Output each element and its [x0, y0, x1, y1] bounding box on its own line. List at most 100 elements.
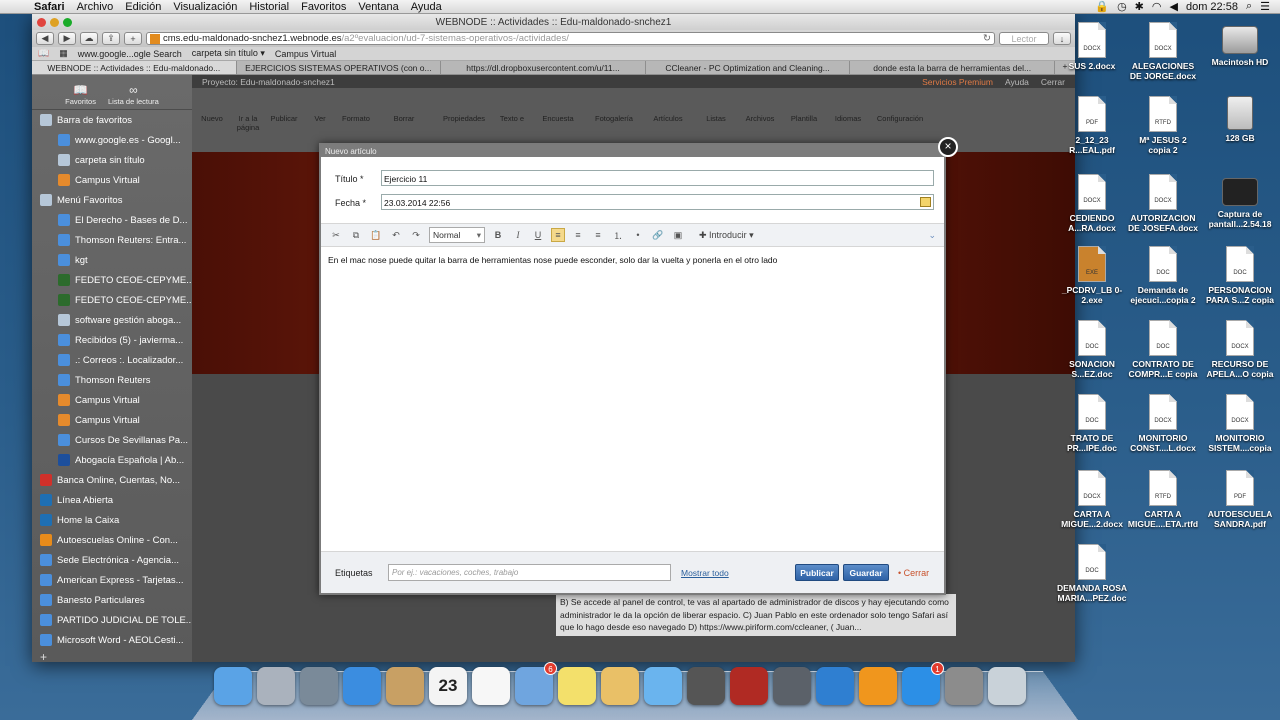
- back-button[interactable]: ◀: [36, 32, 54, 45]
- desktop-file-icon[interactable]: DOCX RECURSO DE APELA...O copia: [1204, 320, 1276, 379]
- photos-icon[interactable]: [601, 667, 639, 705]
- desktop-file-icon[interactable]: DOCX AUTORIZACION DE JOSEFA.docx: [1127, 174, 1199, 233]
- sidebar-bookmark-item[interactable]: Campus Virtual: [32, 170, 192, 190]
- sidebar-bookmark-item[interactable]: El Derecho - Bases de D...: [32, 210, 192, 230]
- lock-icon[interactable]: 🔒: [1095, 0, 1109, 13]
- reminders-icon[interactable]: [472, 667, 510, 705]
- cms-help-link[interactable]: Ayuda: [1005, 77, 1029, 87]
- launchpad-icon[interactable]: [257, 667, 295, 705]
- desktop-file-icon[interactable]: RTFD Mª JESUS 2 copia 2: [1127, 96, 1199, 155]
- menu-edicion[interactable]: Edición: [119, 1, 167, 13]
- save-button[interactable]: Guardar: [843, 564, 889, 581]
- appstore-icon[interactable]: 1: [902, 662, 944, 705]
- bold-icon[interactable]: B: [491, 228, 505, 242]
- contacts-icon[interactable]: [386, 667, 424, 705]
- calendar-icon[interactable]: [920, 197, 931, 207]
- spotlight-search-icon[interactable]: ⌕: [1246, 0, 1252, 13]
- desktop-file-icon[interactable]: DOCX ALEGACIONES DE JORGE.docx: [1127, 22, 1199, 81]
- menu-clock[interactable]: dom 22:58: [1186, 1, 1238, 13]
- desktop-file-icon[interactable]: DOC CONTRATO DE COMPR...E copia: [1127, 320, 1199, 379]
- itunes-icon[interactable]: [816, 667, 854, 705]
- sidebar-bookmark-item[interactable]: Abogacía Española | Ab...: [32, 450, 192, 470]
- sidebar-bookmark-item[interactable]: Recibidos (5) - javierma...: [32, 330, 192, 350]
- bluetooth-icon[interactable]: ✱: [1135, 0, 1144, 13]
- finder-icon[interactable]: [214, 667, 252, 705]
- tab-barra[interactable]: donde esta la barra de herramientas del.…: [850, 61, 1055, 74]
- cms-premium-link[interactable]: Servicios Premium: [922, 77, 993, 87]
- reload-icon[interactable]: ↻: [983, 33, 991, 44]
- desktop-file-icon[interactable]: Captura de pantall...2.54.18: [1204, 174, 1276, 229]
- menu-app-safari[interactable]: Safari: [28, 1, 71, 13]
- wifi-icon[interactable]: ◠: [1152, 0, 1162, 13]
- sidebar-bookmark-item[interactable]: American Express - Tarjetas...: [32, 570, 192, 590]
- cut-icon[interactable]: ✂: [329, 228, 343, 242]
- photobooth-icon[interactable]: [730, 667, 768, 705]
- menu-historial[interactable]: Historial: [243, 1, 295, 13]
- desktop-file-icon[interactable]: DOC PERSONACION PARA S...Z copia: [1204, 246, 1276, 305]
- menu-visualizacion[interactable]: Visualización: [167, 1, 243, 13]
- messages-icon[interactable]: [644, 667, 682, 705]
- sidebar-bookmark-item[interactable]: Microsoft Word - AEOLCesti...: [32, 630, 192, 650]
- desktop-file-icon[interactable]: DOCX CARTA A MIGUE...2.docx: [1056, 470, 1128, 529]
- sidebar-bookmark-item[interactable]: Cursos De Sevillanas Pa...: [32, 430, 192, 450]
- bookmark-folder[interactable]: carpeta sin título ▾: [192, 48, 265, 59]
- icloud-tabs-icon[interactable]: ☁: [80, 32, 98, 45]
- ribbon-publish-button[interactable]: Publicar: [270, 92, 298, 152]
- date-field[interactable]: 23.03.2014 22:56: [381, 194, 934, 210]
- sidebar-bookmark-item[interactable]: carpeta sin título: [32, 150, 192, 170]
- undo-icon[interactable]: ↶: [389, 228, 403, 242]
- close-dialog-icon[interactable]: ×: [938, 137, 958, 157]
- align-right-icon[interactable]: ≡: [591, 228, 605, 242]
- sidebar-bookmark-item[interactable]: Campus Virtual: [32, 410, 192, 430]
- desktop-file-icon[interactable]: 128 GB: [1204, 96, 1276, 143]
- sidebar-bookmark-item[interactable]: Menú Favoritos: [32, 190, 192, 210]
- cms-close-link[interactable]: Cerrar: [1041, 77, 1065, 87]
- sidebar-bookmark-item[interactable]: Barra de favoritos: [32, 110, 192, 130]
- bookmark-google[interactable]: www.google...ogle Search: [78, 49, 182, 59]
- new-tab-button[interactable]: +: [124, 32, 142, 45]
- publish-button[interactable]: Publicar: [795, 564, 839, 581]
- align-left-icon[interactable]: ≡: [551, 228, 565, 242]
- time-machine-icon[interactable]: ◷: [1117, 0, 1127, 13]
- share-button[interactable]: ⇪: [102, 32, 120, 45]
- show-all-link[interactable]: Mostrar todo: [681, 568, 729, 578]
- top-sites-icon[interactable]: ▦: [59, 48, 68, 59]
- tab-ccleaner[interactable]: CCleaner - PC Optimization and Cleaning.…: [646, 61, 851, 74]
- sidebar-bookmark-item[interactable]: Thomson Reuters: Entra...: [32, 230, 192, 250]
- tags-input[interactable]: Por ej.: vacaciones, coches, trabajo: [388, 564, 671, 581]
- sidebar-bookmark-item[interactable]: Sede Electrónica - Agencia...: [32, 550, 192, 570]
- desktop-file-icon[interactable]: DOC Demanda de ejecuci...copia 2: [1127, 246, 1199, 305]
- numbered-list-icon[interactable]: ⒈: [611, 228, 625, 242]
- desktop-file-icon[interactable]: EXE _PCDRV_LB 0-2.exe: [1056, 246, 1128, 305]
- desktop-file-icon[interactable]: DOCX SUS 2.docx: [1056, 22, 1128, 71]
- ribbon-goto-page-button[interactable]: Ir a la página: [234, 92, 262, 152]
- address-bar[interactable]: cms.edu-maldonado-snchez1.webnode.es /a2…: [146, 32, 995, 45]
- menu-favoritos[interactable]: Favoritos: [295, 1, 352, 13]
- sidebar-bookmark-item[interactable]: kgt: [32, 250, 192, 270]
- ibooks-icon[interactable]: [859, 667, 897, 705]
- menu-archivo[interactable]: Archivo: [71, 1, 120, 13]
- ribbon-new-button[interactable]: Nuevo: [198, 92, 226, 152]
- tab-webnode[interactable]: WEBNODE :: Actividades :: Edu-maldonado.…: [32, 61, 237, 74]
- desktop-file-icon[interactable]: PDF AUTOESCUELA SANDRA.pdf: [1204, 470, 1276, 529]
- menu-ventana[interactable]: Ventana: [352, 1, 404, 13]
- desktop-file-icon[interactable]: DOCX MONITORIO SISTEM....copia: [1204, 394, 1276, 453]
- desktop-file-icon[interactable]: PDF 2_12_23 R...EAL.pdf: [1056, 96, 1128, 155]
- desktop-file-icon[interactable]: DOCX CEDIENDO A...RA.docx: [1056, 174, 1128, 233]
- calendar-icon[interactable]: 23: [429, 667, 467, 705]
- sidebar-bookmark-item[interactable]: Banesto Particulares: [32, 590, 192, 610]
- sidebar-tab-reading-list[interactable]: ∞ Lista de lectura: [108, 83, 159, 106]
- sidebar-bookmark-item[interactable]: Thomson Reuters: [32, 370, 192, 390]
- bullet-list-icon[interactable]: •: [631, 228, 645, 242]
- bookmark-campus-virtual[interactable]: Campus Virtual: [275, 49, 336, 59]
- system-preferences-icon[interactable]: [945, 667, 983, 705]
- sidebar-bookmark-item[interactable]: FEDETO CEOE-CEPYME...: [32, 270, 192, 290]
- desktop-file-icon[interactable]: DOC SONACION S...EZ.doc: [1056, 320, 1128, 379]
- desktop-file-icon[interactable]: RTFD CARTA A MIGUE....ETA.rtfd: [1127, 470, 1199, 529]
- insert-link-icon[interactable]: 🔗: [651, 228, 665, 242]
- trash-icon[interactable]: [988, 667, 1026, 705]
- cancel-link[interactable]: • Cerrar: [898, 568, 929, 578]
- tab-ejercicios[interactable]: EJERCICIOS SISTEMAS OPERATIVOS (con o...: [237, 61, 442, 74]
- expand-toolbar-icon[interactable]: ⌄: [928, 230, 936, 241]
- sidebar-add-icon[interactable]: +: [32, 650, 192, 662]
